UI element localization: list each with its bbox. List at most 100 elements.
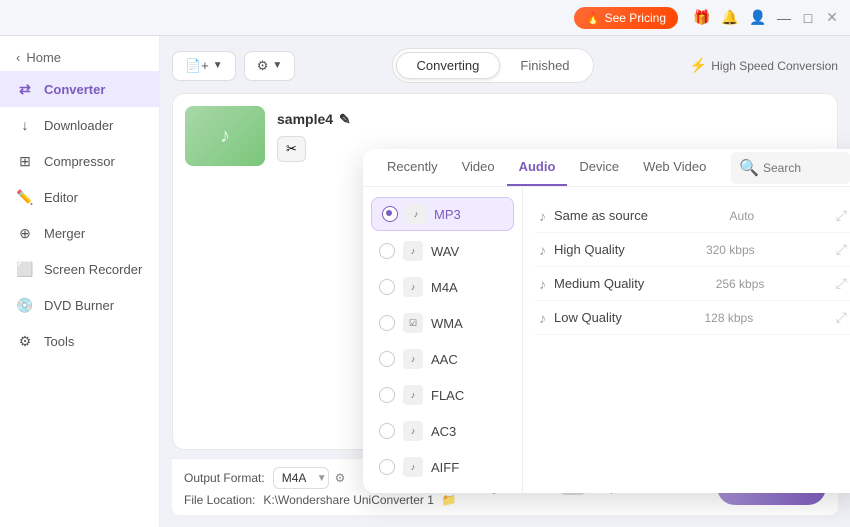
user-icon[interactable]: 👤 bbox=[746, 6, 770, 30]
sidebar-item-compressor[interactable]: ⊞ Compressor bbox=[0, 143, 159, 179]
close-button[interactable]: ✕ bbox=[822, 8, 842, 28]
chevron-icon: ▼ bbox=[213, 60, 223, 71]
tab-converting[interactable]: Converting bbox=[396, 52, 501, 79]
format-option-high-quality[interactable]: ♪ High Quality 320 kbps ⤢ bbox=[535, 233, 850, 267]
tools-icon: ⚙ bbox=[16, 332, 34, 350]
maximize-button[interactable]: □ bbox=[798, 8, 818, 28]
sidebar-item-converter[interactable]: ⇄ Converter bbox=[0, 71, 159, 107]
edit-icon-1[interactable]: ⤢ bbox=[836, 207, 847, 224]
tab-group: Converting Finished bbox=[392, 48, 594, 83]
sidebar-item-screen-recorder[interactable]: ⬜ Screen Recorder bbox=[0, 251, 159, 287]
file-area: ♪ sample4 ✎ ✂ Convert Recently Vid bbox=[172, 93, 838, 450]
tab-finished[interactable]: Finished bbox=[500, 52, 589, 79]
sidebar-item-tools[interactable]: ⚙ Tools bbox=[0, 323, 159, 359]
scissor-button[interactable]: ✂ bbox=[277, 136, 306, 162]
format-item-wma[interactable]: ☑ WMA bbox=[363, 305, 522, 341]
gear-icon: ⚙ bbox=[257, 58, 269, 74]
format-tabs: Recently Video Audio Device Web Video 🔍 bbox=[363, 149, 850, 187]
option-left: ♪ Same as source bbox=[539, 208, 648, 224]
aac-icon: ♪ bbox=[403, 349, 423, 369]
format-tab-device[interactable]: Device bbox=[567, 149, 631, 186]
format-tab-video[interactable]: Video bbox=[450, 149, 507, 186]
screen-recorder-icon: ⬜ bbox=[16, 260, 34, 278]
search-input[interactable] bbox=[763, 161, 843, 175]
option-left-4: ♪ Low Quality bbox=[539, 310, 622, 326]
format-option-same-as-source[interactable]: ♪ Same as source Auto ⤢ bbox=[535, 199, 850, 233]
back-icon: ‹ bbox=[16, 50, 20, 65]
gift-icon[interactable]: 🎁 bbox=[690, 6, 714, 30]
file-thumbnail: ♪ bbox=[185, 106, 265, 166]
main-layout: ‹ Home ⇄ Converter ↓ Downloader ⊞ Compre… bbox=[0, 36, 850, 527]
edit-icon-2[interactable]: ⤢ bbox=[836, 241, 847, 258]
folder-icon[interactable]: ⚙ bbox=[335, 471, 346, 485]
file-name: sample4 ✎ bbox=[277, 111, 825, 128]
fire-icon: 🔥 bbox=[586, 11, 601, 25]
format-options: ♪ Same as source Auto ⤢ ♪ High Quality bbox=[523, 187, 850, 493]
edit-icon[interactable]: ✎ bbox=[339, 111, 351, 128]
title-bar: 🔥 See Pricing 🎁 🔔 👤 — □ ✕ bbox=[0, 0, 850, 36]
format-item-aiff[interactable]: ♪ AIFF bbox=[363, 449, 522, 485]
minimize-button[interactable]: — bbox=[774, 8, 794, 28]
sidebar: ‹ Home ⇄ Converter ↓ Downloader ⊞ Compre… bbox=[0, 36, 160, 527]
format-item-wav[interactable]: ♪ WAV bbox=[363, 233, 522, 269]
radio-mp3 bbox=[382, 206, 398, 222]
sidebar-item-merger[interactable]: ⊕ Merger bbox=[0, 215, 159, 251]
format-tab-recently[interactable]: Recently bbox=[375, 149, 450, 186]
content-area: 📄+ ▼ ⚙ ▼ Converting Finished ⚡ High Spee… bbox=[160, 36, 850, 527]
format-item-aac[interactable]: ♪ AAC bbox=[363, 341, 522, 377]
output-format-wrapper: M4A MP3 WAV ▼ bbox=[273, 467, 327, 489]
flac-icon: ♪ bbox=[403, 385, 423, 405]
radio-m4a bbox=[379, 279, 395, 295]
toolbar: 📄+ ▼ ⚙ ▼ Converting Finished ⚡ High Spee… bbox=[172, 48, 838, 83]
add-icon: 📄+ bbox=[185, 58, 209, 74]
music-icon-3: ♪ bbox=[539, 276, 546, 292]
speed-conversion[interactable]: ⚡ High Speed Conversion bbox=[690, 57, 838, 74]
sidebar-item-editor[interactable]: ✏️ Editor bbox=[0, 179, 159, 215]
merger-icon: ⊕ bbox=[16, 224, 34, 242]
mp3-icon: ♪ bbox=[406, 204, 426, 224]
chevron-icon: ▼ bbox=[272, 60, 282, 71]
sidebar-item-downloader[interactable]: ↓ Downloader bbox=[0, 107, 159, 143]
format-option-medium-quality[interactable]: ♪ Medium Quality 256 kbps ⤢ bbox=[535, 267, 850, 301]
compressor-icon: ⊞ bbox=[16, 152, 34, 170]
format-list: ♪ MP3 ♪ WAV ♪ M4A bbox=[363, 187, 523, 493]
aiff-icon: ♪ bbox=[403, 457, 423, 477]
format-body: ♪ MP3 ♪ WAV ♪ M4A bbox=[363, 187, 850, 493]
add-files-button[interactable]: 📄+ ▼ bbox=[172, 51, 236, 81]
option-left-3: ♪ Medium Quality bbox=[539, 276, 644, 292]
option-left-2: ♪ High Quality bbox=[539, 242, 625, 258]
open-folder-icon[interactable]: 📁 bbox=[442, 493, 457, 507]
edit-icon-4[interactable]: ⤢ bbox=[836, 309, 847, 326]
downloader-icon: ↓ bbox=[16, 116, 34, 134]
m4a-icon: ♪ bbox=[403, 277, 423, 297]
format-option-low-quality[interactable]: ♪ Low Quality 128 kbps ⤢ bbox=[535, 301, 850, 335]
music-icon-1: ♪ bbox=[539, 208, 546, 224]
format-item-m4a[interactable]: ♪ M4A bbox=[363, 269, 522, 305]
radio-flac bbox=[379, 387, 395, 403]
music-note-icon: ♪ bbox=[220, 125, 230, 148]
wav-icon: ♪ bbox=[403, 241, 423, 261]
settings-button[interactable]: ⚙ ▼ bbox=[244, 51, 296, 81]
music-icon-4: ♪ bbox=[539, 310, 546, 326]
sidebar-back[interactable]: ‹ Home bbox=[0, 44, 159, 71]
format-item-flac[interactable]: ♪ FLAC bbox=[363, 377, 522, 413]
toolbar-left: 📄+ ▼ ⚙ ▼ bbox=[172, 51, 295, 81]
bell-icon[interactable]: 🔔 bbox=[718, 6, 742, 30]
format-tab-audio[interactable]: Audio bbox=[507, 149, 568, 186]
format-item-mp3[interactable]: ♪ MP3 bbox=[371, 197, 514, 231]
dvd-icon: 💿 bbox=[16, 296, 34, 314]
sidebar-item-dvd-burner[interactable]: 💿 DVD Burner bbox=[0, 287, 159, 323]
edit-icon-3[interactable]: ⤢ bbox=[836, 275, 847, 292]
format-item-ac3[interactable]: ♪ AC3 bbox=[363, 413, 522, 449]
converter-icon: ⇄ bbox=[16, 80, 34, 98]
music-icon-2: ♪ bbox=[539, 242, 546, 258]
radio-wma bbox=[379, 315, 395, 331]
ac3-icon: ♪ bbox=[403, 421, 423, 441]
output-format-select[interactable]: M4A MP3 WAV bbox=[273, 467, 329, 489]
pricing-button[interactable]: 🔥 See Pricing bbox=[574, 7, 678, 29]
format-search[interactable]: 🔍 bbox=[731, 152, 850, 184]
radio-aiff bbox=[379, 459, 395, 475]
editor-icon: ✏️ bbox=[16, 188, 34, 206]
format-tab-web-video[interactable]: Web Video bbox=[631, 149, 718, 186]
search-icon: 🔍 bbox=[739, 158, 759, 178]
